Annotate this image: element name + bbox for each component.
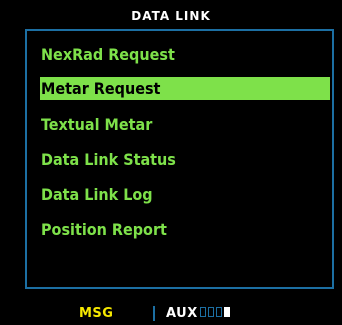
data-link-screen: DATA LINK NexRad Request Metar Request T…: [0, 0, 342, 325]
menu-item-nexrad-request[interactable]: NexRad Request: [40, 43, 330, 66]
status-divider: [153, 306, 155, 321]
page-box-3: [216, 307, 222, 317]
msg-annunciator[interactable]: MSG: [79, 305, 113, 322]
page-group-label: AUX: [166, 306, 198, 321]
status-bar: MSG AUX: [0, 303, 342, 325]
menu-item-data-link-log[interactable]: Data Link Log: [40, 183, 330, 206]
page-box-4-active: [224, 307, 230, 317]
menu-item-textual-metar[interactable]: Textual Metar: [40, 113, 330, 136]
data-link-menu: NexRad Request Metar Request Textual Met…: [25, 29, 334, 289]
page-title: DATA LINK: [8, 7, 334, 29]
page-box-1: [200, 307, 206, 317]
menu-item-position-report[interactable]: Position Report: [40, 218, 330, 241]
menu-item-metar-request[interactable]: Metar Request: [40, 77, 330, 100]
menu-item-data-link-status[interactable]: Data Link Status: [40, 148, 330, 171]
page-box-2: [208, 307, 214, 317]
page-indicator: [200, 307, 230, 319]
